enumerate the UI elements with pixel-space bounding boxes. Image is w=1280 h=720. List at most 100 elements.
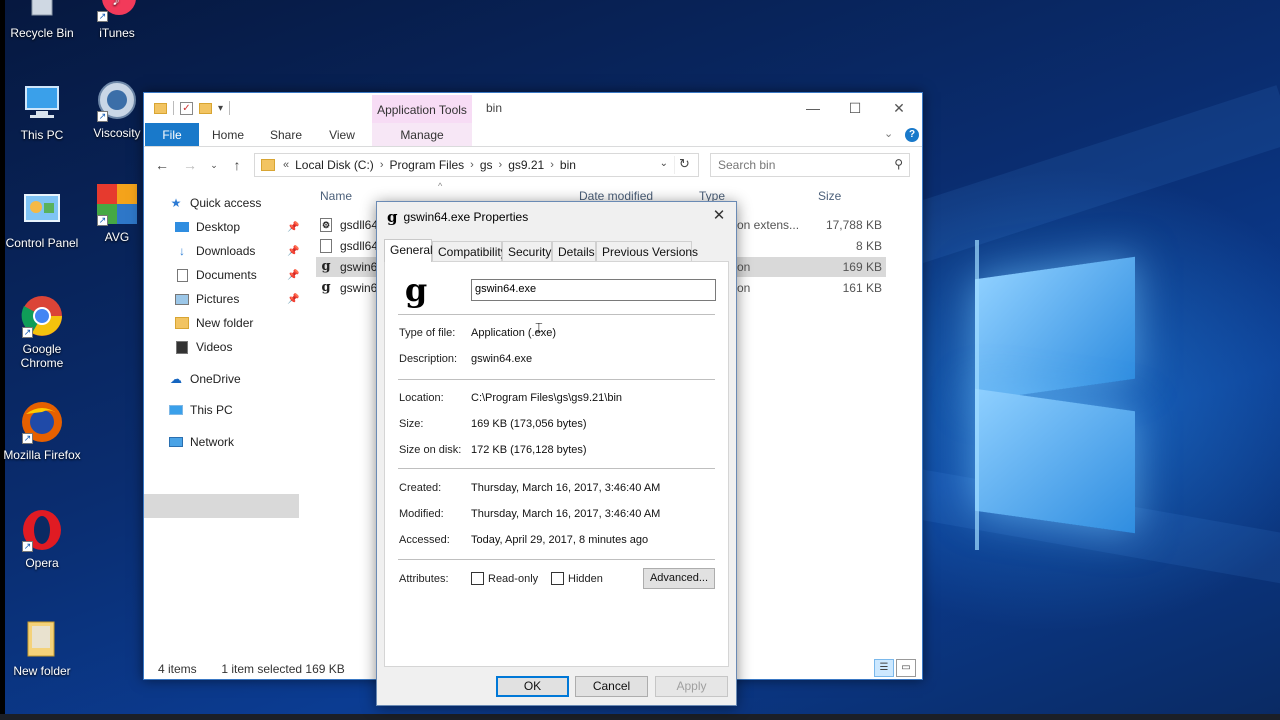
- chevron-right-icon[interactable]: ›: [380, 159, 384, 171]
- desktop-icon-label: Opera: [25, 556, 59, 570]
- viscosity-icon: ↗: [95, 78, 139, 122]
- desktop-icon-opera[interactable]: ↗ Opera: [2, 508, 82, 570]
- nav-documents[interactable]: Documents: [174, 264, 257, 286]
- text-cursor-icon: ⌶: [535, 320, 543, 335]
- item-count: 4 items: [158, 662, 197, 676]
- refresh-icon[interactable]: ↻: [674, 156, 694, 174]
- desktop-icon-firefox[interactable]: ↗ Mozilla Firefox: [2, 400, 82, 462]
- shortcut-arrow-icon: ↗: [22, 327, 33, 338]
- firefox-icon: ↗: [20, 400, 64, 444]
- tab-previous-versions[interactable]: Previous Versions: [596, 241, 698, 262]
- description-value: gswin64.exe: [471, 353, 533, 365]
- desktop-icon-chrome[interactable]: ↗ Google Chrome: [2, 294, 82, 370]
- details-view-icon[interactable]: ☰: [874, 659, 894, 677]
- pin-icon[interactable]: 📌: [287, 246, 299, 257]
- nav-network[interactable]: Network: [168, 431, 234, 453]
- nav-videos[interactable]: Videos: [174, 336, 232, 358]
- folder-icon: [174, 316, 190, 330]
- chevron-right-icon[interactable]: ›: [499, 159, 503, 171]
- properties-icon[interactable]: ✓: [180, 101, 193, 115]
- nav-this-pc[interactable]: This PC: [168, 399, 233, 421]
- forward-button[interactable]: →: [180, 155, 200, 175]
- properties-dialog: g gswin64.exe Properties ✕ General Compa…: [376, 201, 737, 706]
- filename-field[interactable]: gswin64.exe: [471, 279, 716, 301]
- breadcrumb-gs[interactable]: gs: [480, 158, 493, 172]
- nav-downloads[interactable]: ↓ Downloads: [174, 240, 255, 262]
- control-panel-icon: [20, 188, 64, 232]
- nav-onedrive[interactable]: ☁ OneDrive: [168, 368, 241, 390]
- address-bar[interactable]: « Local Disk (C:) › Program Files › gs ›…: [254, 153, 699, 177]
- nav-quick-access[interactable]: ★ Quick access: [168, 192, 262, 214]
- application-tools-header: Application Tools: [372, 95, 472, 123]
- large-icons-view-icon[interactable]: ▭: [896, 659, 916, 677]
- dll-file-icon: ⚙: [320, 218, 332, 232]
- tab-share[interactable]: Share: [264, 123, 308, 146]
- breadcrumb-local-disk[interactable]: Local Disk (C:): [295, 158, 374, 172]
- desktop-icon-recycle-bin[interactable]: Recycle Bin: [2, 0, 82, 40]
- hidden-checkbox[interactable]: Hidden: [551, 572, 603, 585]
- apply-button[interactable]: Apply: [655, 676, 728, 697]
- chevron-down-icon[interactable]: ⌄: [660, 158, 668, 169]
- cloud-icon: ☁: [170, 372, 182, 386]
- new-folder-icon[interactable]: [199, 102, 212, 114]
- pin-icon[interactable]: 📌: [287, 222, 299, 233]
- size-value: 169 KB (173,056 bytes): [471, 418, 587, 430]
- desktop-icon-this-pc[interactable]: This PC: [2, 80, 82, 142]
- status-bar: 4 items 1 item selected 169 KB: [158, 662, 345, 676]
- customize-toolbar-icon[interactable]: ▾: [218, 103, 223, 114]
- chrome-icon: ↗: [20, 294, 64, 338]
- expand-ribbon-icon[interactable]: ⌄: [884, 127, 893, 140]
- readonly-checkbox[interactable]: Read-only: [471, 572, 538, 585]
- desktop-icon-itunes[interactable]: ♪ ↗ iTunes: [77, 0, 157, 40]
- pin-icon[interactable]: 📌: [287, 270, 299, 281]
- this-pc-icon: [20, 80, 64, 124]
- nav-pictures[interactable]: Pictures: [174, 288, 239, 310]
- desktop-icon-label: New folder: [13, 664, 71, 678]
- tab-file[interactable]: File: [145, 123, 199, 146]
- ghostscript-icon: g: [321, 280, 331, 295]
- desktop-icon-control-panel[interactable]: Control Panel: [2, 188, 82, 250]
- tab-details[interactable]: Details: [552, 241, 596, 262]
- advanced-button[interactable]: Advanced...: [643, 568, 715, 589]
- tab-general[interactable]: General: [384, 239, 433, 262]
- size-on-disk-value: 172 KB (176,128 bytes): [471, 444, 587, 456]
- minimize-button[interactable]: —: [798, 97, 828, 119]
- chevron-right-icon[interactable]: ›: [470, 159, 474, 171]
- maximize-button[interactable]: ☐: [840, 97, 870, 119]
- back-button[interactable]: ←: [152, 155, 172, 175]
- breadcrumb-program-files[interactable]: Program Files: [389, 158, 464, 172]
- desktop-icon-new-folder[interactable]: New folder: [2, 616, 82, 678]
- tab-manage[interactable]: Manage: [372, 123, 472, 146]
- ok-button[interactable]: OK: [496, 676, 569, 697]
- chevron-right-icon[interactable]: ›: [550, 159, 554, 171]
- folder-icon: [154, 102, 167, 114]
- up-button[interactable]: ↑: [227, 155, 247, 175]
- sort-up-icon: ^: [438, 181, 443, 191]
- search-input[interactable]: Search bin ⚲: [710, 153, 910, 177]
- breadcrumb-bin[interactable]: bin: [560, 158, 576, 172]
- tab-view[interactable]: View: [320, 123, 364, 146]
- column-header-name[interactable]: Name: [320, 189, 352, 203]
- close-button[interactable]: ✕: [708, 206, 730, 226]
- tab-compatibility[interactable]: Compatibility: [432, 241, 507, 262]
- nav-desktop[interactable]: Desktop: [174, 216, 240, 238]
- avg-icon: ↗: [95, 182, 139, 226]
- recent-locations-button[interactable]: ⌄: [204, 155, 224, 175]
- column-header-size[interactable]: Size: [818, 189, 841, 203]
- quick-access-toolbar: ✓ ▾: [154, 101, 231, 115]
- nav-new-folder[interactable]: New folder: [174, 312, 253, 334]
- pin-icon[interactable]: 📌: [287, 294, 299, 305]
- desktop-icon-label: Recycle Bin: [10, 26, 74, 40]
- ribbon-tabs: File Home Share View Manage: [144, 123, 922, 147]
- pictures-icon: [174, 292, 190, 306]
- tab-home[interactable]: Home: [206, 123, 250, 146]
- cancel-button[interactable]: Cancel: [575, 676, 648, 697]
- tab-security[interactable]: Security: [502, 241, 552, 262]
- close-button[interactable]: ✕: [884, 97, 914, 119]
- ghostscript-large-icon: g: [404, 271, 428, 309]
- shortcut-arrow-icon: ↗: [97, 215, 108, 226]
- help-icon[interactable]: ?: [905, 128, 919, 142]
- breadcrumb-gs921[interactable]: gs9.21: [508, 158, 544, 172]
- modified-value: Thursday, March 16, 2017, 3:46:40 AM: [471, 508, 661, 520]
- general-tab-panel: g gswin64.exe Type of file: Application …: [384, 261, 729, 667]
